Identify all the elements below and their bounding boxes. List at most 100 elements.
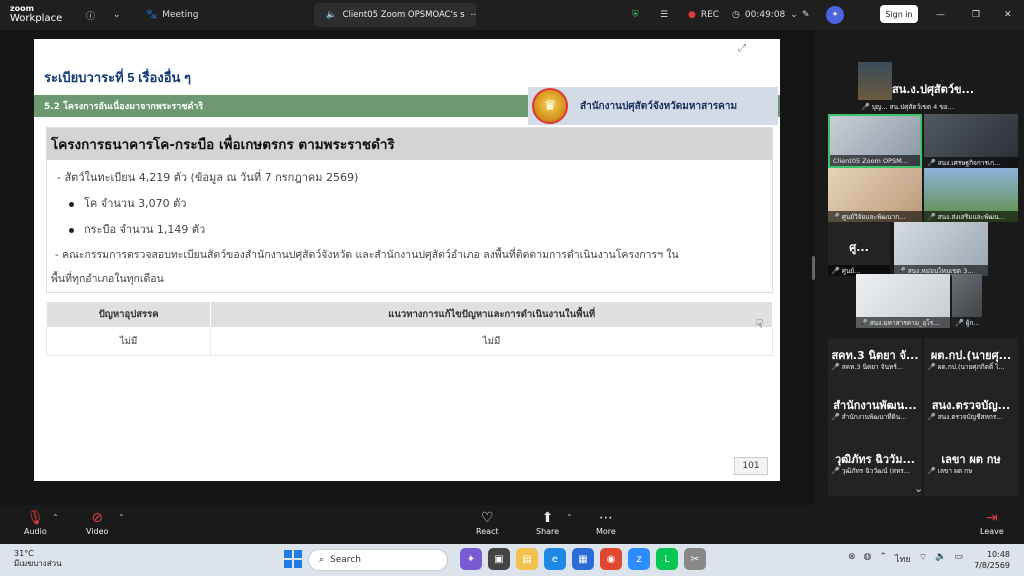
timer-value: 00:49:08 (744, 10, 786, 20)
participant-tile[interactable]: ผต.กป.(นายศุ... 🎤 ผต.กป.(นายศุภกิตติ์ ไ..… (924, 338, 1018, 392)
meeting-controls: 🎙 Audio ⌃ ⊘ Video ⌃ ♡ React ⬆ Share ⌃ ⋯ … (0, 505, 1024, 544)
audio-button[interactable]: 🎙 Audio (24, 509, 47, 536)
panel-resize-handle[interactable] (812, 256, 815, 280)
speaker-icon: 🔈 (326, 10, 337, 20)
committee-line-2: พื้นที่ทุกอำเภอในทุกเดือน (51, 273, 164, 285)
table-cell: ไม่มี (45, 327, 212, 356)
participant-tile[interactable]: ศู... 🎤 ศูนย์... (828, 222, 890, 276)
meeting-menu[interactable]: 🐾 Meeting (146, 0, 199, 30)
mic-muted-icon: 🎤 (831, 466, 840, 475)
windows-start-icon[interactable] (284, 550, 302, 568)
participant-tile[interactable]: 🎤 ศูนย์วิจัยและพัฒนาก... (828, 168, 922, 222)
mic-muted-icon: 🎤 (955, 318, 964, 327)
leave-button[interactable]: ⇥ Leave (980, 509, 1004, 536)
department-emblem-icon: ♛ (532, 88, 568, 124)
leave-icon: ⇥ (986, 510, 998, 526)
share-button[interactable]: ⬆ Share (536, 509, 559, 536)
participant-tile[interactable]: 🎤 สนง.หม่อนไหมเขต 3... (894, 222, 988, 276)
meeting-label: Meeting (162, 10, 199, 20)
cattle-count-line: โค จำนวน 3,070 ตัว (69, 194, 186, 212)
committee-line: - คณะกรรมการตรวจสอบทะเบียนสัตว์ของสำนักง… (55, 249, 679, 261)
chevron-down-icon[interactable]: ⌄ (113, 0, 121, 30)
participant-tile[interactable]: 🎤 ผู้ก... (952, 274, 982, 328)
security-shield-icon[interactable]: ⛨ (632, 0, 639, 30)
mic-muted-icon: 🎤 (859, 318, 868, 327)
shared-tab-title: Client05 Zoom OPSMOAC's s (342, 10, 465, 20)
task-view-icon[interactable]: ▣ (488, 548, 510, 570)
windows-taskbar: 31°C มีเมฆบางส่วน ⌕ Search ✦ ▣ ▤ e ▦ ◉ z… (0, 544, 1024, 576)
file-explorer-icon[interactable]: ▤ (516, 548, 538, 570)
mic-muted-icon: 🎤 (861, 102, 870, 111)
registered-animals-line: - สัตว์ในทะเบียน 4,219 ตัว (ข้อมูล ณ วัน… (57, 171, 359, 184)
participant-tile[interactable]: 🎤 สนง.ส่งเสริมและพัฒน... (924, 168, 1018, 222)
close-icon[interactable]: ✕ (1004, 0, 1012, 30)
chrome-icon[interactable]: ◉ (600, 548, 622, 570)
zoom-logo: zoom Workplace (10, 4, 63, 24)
mic-muted-icon: 🎤 (831, 412, 840, 421)
wifi-icon[interactable]: ⌔ (919, 552, 927, 566)
office-name: สำนักงานปศุสัตว์จังหวัดมหาสารคาม (580, 100, 738, 112)
mic-muted-icon: 🎤 (831, 266, 840, 275)
participant-tile[interactable]: Client05 Zoom OPSM... (828, 114, 922, 168)
store-icon[interactable]: ▦ (572, 548, 594, 570)
participant-tile[interactable]: สคท.3 นิตยา จั... 🎤 สคท.3 นิตยา จันทร์... (828, 338, 922, 392)
volume-icon[interactable]: 🔉 (935, 552, 946, 566)
participant-tile[interactable]: สนง.ตรวจบัญ... 🎤 สนง.ตรวจบัญชีสหกร... (924, 388, 1018, 442)
language-indicator[interactable]: ไทย (895, 552, 911, 566)
mic-muted-icon: 🎤 (927, 212, 936, 221)
rec-label: REC (700, 10, 720, 20)
table-cell: ไม่มี (210, 327, 773, 356)
zoom-app-icon[interactable]: z (628, 548, 650, 570)
share-screen-icon: ⬆ (541, 510, 554, 526)
mic-muted-icon: 🎤 (927, 362, 936, 371)
participant-tile[interactable]: สำนักงานพัฒน... 🎤 สำนักงานพัฒนาที่ดิน... (828, 388, 922, 442)
table-header: ปัญหาอุปสรรค (45, 301, 212, 328)
more-options-icon[interactable]: ⋯ (471, 10, 476, 20)
more-button[interactable]: ⋯ More (596, 509, 616, 536)
restore-icon[interactable]: ❐ (972, 0, 980, 30)
taskbar-search[interactable]: ⌕ Search (308, 549, 448, 571)
battery-icon[interactable]: ▭ (954, 552, 963, 566)
mic-muted-icon: 🎤 (831, 212, 840, 221)
chevron-up-icon[interactable]: ⌃ (52, 513, 59, 522)
chevron-down-icon[interactable]: ⌄ (790, 10, 798, 20)
sign-in-button[interactable]: Sign in (880, 5, 918, 23)
minimize-icon[interactable]: — (936, 0, 945, 30)
recording-indicator[interactable]: ● REC (688, 0, 719, 30)
participant-tile[interactable]: 🎤 สนง.มหาสารคาม_อุโร... (856, 274, 950, 328)
edge-icon[interactable]: e (544, 548, 566, 570)
ai-companion-icon[interactable]: ✦ (826, 0, 844, 30)
mic-muted-icon: 🎤 (831, 362, 840, 371)
paw-icon: 🐾 (146, 10, 158, 20)
participant-gallery: สน.ง.ปศุสัตว์ข... 🎤 บุญ... สน.ปศุสัตว์เขต… (824, 30, 1024, 505)
copilot-icon[interactable]: ✦ (460, 548, 482, 570)
notes-icon[interactable]: ☰ (660, 0, 668, 30)
info-icon[interactable]: ⓘ (86, 0, 95, 30)
chevron-down-icon[interactable]: ⌄ (914, 482, 923, 495)
participant-tile[interactable]: สน.ง.ปศุสัตว์ข... 🎤 บุญ... สน.ปศุสัตว์เขต… (832, 60, 1014, 112)
chevron-up-icon[interactable]: ⌃ (566, 513, 573, 522)
snipping-tool-icon[interactable]: ✂ (684, 548, 706, 570)
slide-title: ระเบียบวาระที่ 5 เรื่องอื่น ๆ (44, 70, 191, 85)
project-heading: โครงการธนาคารโค-กระบือ เพื่อเกษตรกร ตามพ… (47, 128, 772, 160)
participant-tile[interactable]: วุฒิภัทร ฉิววัม... 🎤 วุฒิภัทร ฉิววัฒน์ (ส… (828, 442, 922, 496)
video-button[interactable]: ⊘ Video (86, 509, 108, 536)
chevron-up-icon[interactable]: ⌃ (879, 552, 887, 566)
top-bar: zoom Workplace ⓘ ⌄ 🐾 Meeting 🔈 Client05 … (0, 0, 1024, 30)
annotate-icon[interactable]: ✎ (802, 0, 810, 30)
participant-tile[interactable]: 🎤 สนง.เศรษฐกิจการเก... (924, 114, 1018, 168)
buffalo-count-line: กระบือ จำนวน 1,149 ตัว (69, 220, 205, 238)
video-off-icon: ⊘ (91, 510, 104, 526)
shared-screen-tab[interactable]: 🔈 Client05 Zoom OPSMOAC's s ⋯ (314, 3, 476, 27)
react-button[interactable]: ♡ React (476, 509, 499, 536)
weather-widget[interactable]: 31°C มีเมฆบางส่วน (14, 549, 62, 569)
clock-icon: ◷ (732, 10, 740, 20)
taskbar-clock[interactable]: 10:48 7/8/2569 (974, 549, 1010, 571)
zoom-tray-icon[interactable]: ◍ (864, 552, 872, 566)
line-app-icon[interactable]: L (656, 548, 678, 570)
expand-icon[interactable]: ⤢ (738, 43, 746, 54)
participant-tile[interactable]: เลขา ผต กษ 🎤 เลขา ผต กษ (924, 442, 1018, 496)
chevron-up-icon[interactable]: ⌃ (118, 513, 125, 522)
recording-tray-icon[interactable]: ⊗ (848, 552, 856, 566)
heart-icon: ♡ (481, 510, 494, 526)
